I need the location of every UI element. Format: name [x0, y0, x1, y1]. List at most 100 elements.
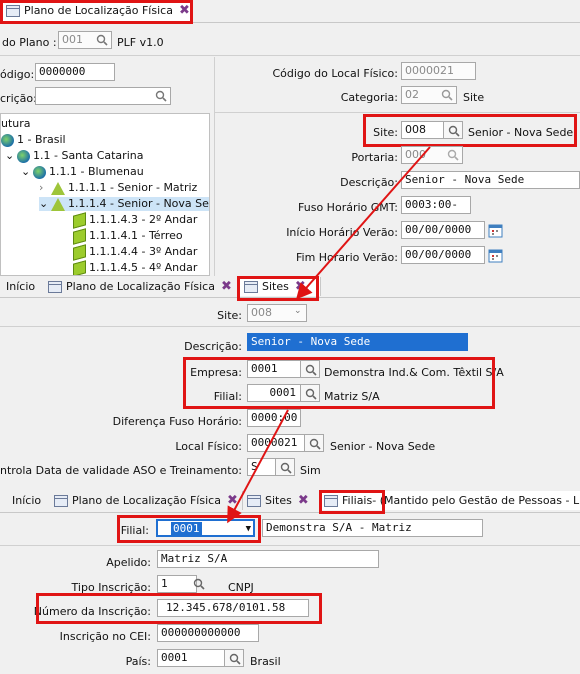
fim-field[interactable]: 00/00/0000 — [401, 246, 485, 264]
cube-icon — [73, 259, 86, 275]
tab-inicio[interactable]: Início — [2, 277, 45, 296]
close-icon: ✖ — [297, 493, 309, 508]
right-pane — [214, 57, 580, 276]
divider — [0, 326, 580, 327]
search-button[interactable] — [304, 434, 324, 452]
form-icon — [247, 495, 261, 507]
tree-item[interactable]: 1.1.1.4.5 - 4º Andar — [73, 259, 197, 275]
sites-panel: Início Plano de Localização Física ✖ Site… — [0, 276, 580, 490]
close-icon: ✖ — [226, 493, 238, 508]
dif-label: Diferença Fuso Horário: — [112, 415, 242, 428]
cube-icon — [73, 211, 86, 229]
inicio-label: Início Horário Verão: — [286, 226, 398, 239]
chevron-right-icon: › — [39, 181, 44, 194]
highlight-box — [117, 515, 261, 543]
search-button[interactable] — [275, 458, 295, 476]
highlight-box — [0, 0, 193, 24]
tree-item[interactable]: 1.1.1.4.3 - 2º Andar — [73, 211, 197, 229]
search-button[interactable] — [443, 146, 463, 164]
calendar-icon[interactable] — [488, 223, 504, 239]
highlight-box — [363, 114, 577, 147]
cei-field[interactable]: 000000000000 — [157, 624, 259, 642]
pais-label: País: — [125, 655, 151, 668]
descricao-label: Descrição: — [184, 340, 242, 353]
tree-item[interactable]: ⌄ 1.1.1 - Blumenau — [21, 165, 144, 179]
search-button[interactable] — [224, 649, 244, 667]
tree-item-selected[interactable]: ⌄ 1.1.1.4 - Senior - Nova Sed — [39, 197, 209, 211]
descricao-label: Descrição: — [340, 176, 398, 189]
tree-item[interactable]: › 1.1.1.1 - Senior - Matriz — [39, 181, 197, 195]
desc-label: crição: — [0, 92, 37, 105]
chevron-down-icon: ⌄ — [5, 149, 15, 162]
tab-plano-localizacao[interactable]: Plano de Localização Física ✖ — [50, 491, 243, 510]
search-icon — [193, 578, 205, 590]
local-label: Local Físico: — [175, 440, 242, 453]
search-icon — [447, 149, 459, 161]
local-field[interactable]: 0000021 — [247, 434, 305, 452]
cube-icon — [73, 227, 86, 245]
aso-label: Controla Data de validade ASO e Treiname… — [0, 464, 242, 477]
inicio-field[interactable]: 00/00/0000 — [401, 221, 485, 239]
plan-name: PLF v1.0 — [117, 36, 164, 49]
fim-label: Fim Horario Verão: — [295, 251, 398, 264]
apelido-label: Apelido: — [106, 556, 151, 569]
divider — [0, 545, 580, 546]
tab-sites[interactable]: Sites ✖ — [243, 491, 320, 510]
divider — [214, 112, 580, 113]
search-icon — [441, 89, 453, 101]
site-label: Site: — [217, 309, 242, 322]
form-icon — [54, 495, 68, 507]
fuso-field[interactable]: 0003:00- — [401, 196, 471, 214]
plan-label: do Plano : — [2, 36, 57, 49]
apelido-field[interactable]: Matriz S/A — [157, 550, 379, 568]
chevron-down-icon: ⌄ — [39, 197, 49, 210]
code-field[interactable]: 0000000 — [35, 63, 115, 81]
cube-icon — [73, 243, 86, 261]
filiais-panel: Início Plano de Localização Física ✖ Site… — [0, 490, 580, 674]
aso-name: Sim — [300, 464, 321, 477]
descricao-field[interactable]: Senior - Nova Sede — [401, 171, 580, 189]
highlight-box — [36, 593, 322, 624]
globe-icon — [17, 149, 30, 163]
tree-item[interactable]: 1 - Brasil — [1, 133, 66, 147]
code-label: ódigo: — [0, 68, 35, 81]
chevron-down-icon[interactable]: ⌄ — [294, 306, 302, 316]
building-icon — [51, 181, 65, 195]
search-icon — [309, 438, 321, 450]
tree-item[interactable]: 1.1.1.4.4 - 3º Andar — [73, 243, 197, 261]
globe-icon — [33, 165, 46, 179]
plano-localizacao-panel: Plano de Localização Física ✖ do Plano : … — [0, 0, 580, 276]
local-field[interactable]: 0000021 — [401, 62, 476, 80]
pais-field[interactable]: 0001 — [157, 649, 227, 667]
filial-name-field[interactable]: Demonstra S/A - Matriz — [262, 519, 483, 537]
search-icon — [229, 653, 241, 665]
search-icon — [96, 34, 108, 46]
close-icon: ✖ — [220, 279, 232, 294]
search-button[interactable] — [437, 86, 457, 104]
highlight-box — [319, 490, 385, 514]
tab-inicio[interactable]: Início — [8, 491, 51, 510]
globe-icon — [1, 133, 14, 147]
highlight-box — [183, 357, 495, 409]
pais-name: Brasil — [250, 655, 281, 668]
tree-item[interactable]: 1.1.1.4.1 - Térreo — [73, 227, 183, 245]
highlight-box — [237, 276, 319, 301]
search-button[interactable] — [151, 87, 171, 105]
cat-name: Site — [463, 91, 485, 104]
search-icon — [155, 90, 167, 102]
cat-label: Categoria: — [340, 91, 398, 104]
tree-item[interactable]: ⌄ 1.1 - Santa Catarina — [5, 149, 143, 163]
form-icon — [48, 281, 62, 293]
portaria-label: Portaria: — [351, 151, 398, 164]
search-button[interactable] — [92, 31, 112, 49]
chevron-down-icon: ⌄ — [21, 165, 31, 178]
local-label: Código do Local Físico: — [272, 67, 398, 80]
building-icon — [51, 197, 65, 211]
descricao-field[interactable]: Senior - Nova Sede — [247, 333, 468, 351]
tree-view[interactable]: utura 1 - Brasil ⌄ 1.1 - Santa Catarina ⌄… — [0, 113, 210, 276]
dif-field[interactable]: 0000:00 — [247, 409, 301, 427]
search-icon — [280, 462, 292, 474]
calendar-icon[interactable] — [488, 248, 504, 264]
search-button[interactable] — [189, 575, 209, 593]
tab-plano-localizacao[interactable]: Plano de Localização Física ✖ — [44, 277, 239, 296]
